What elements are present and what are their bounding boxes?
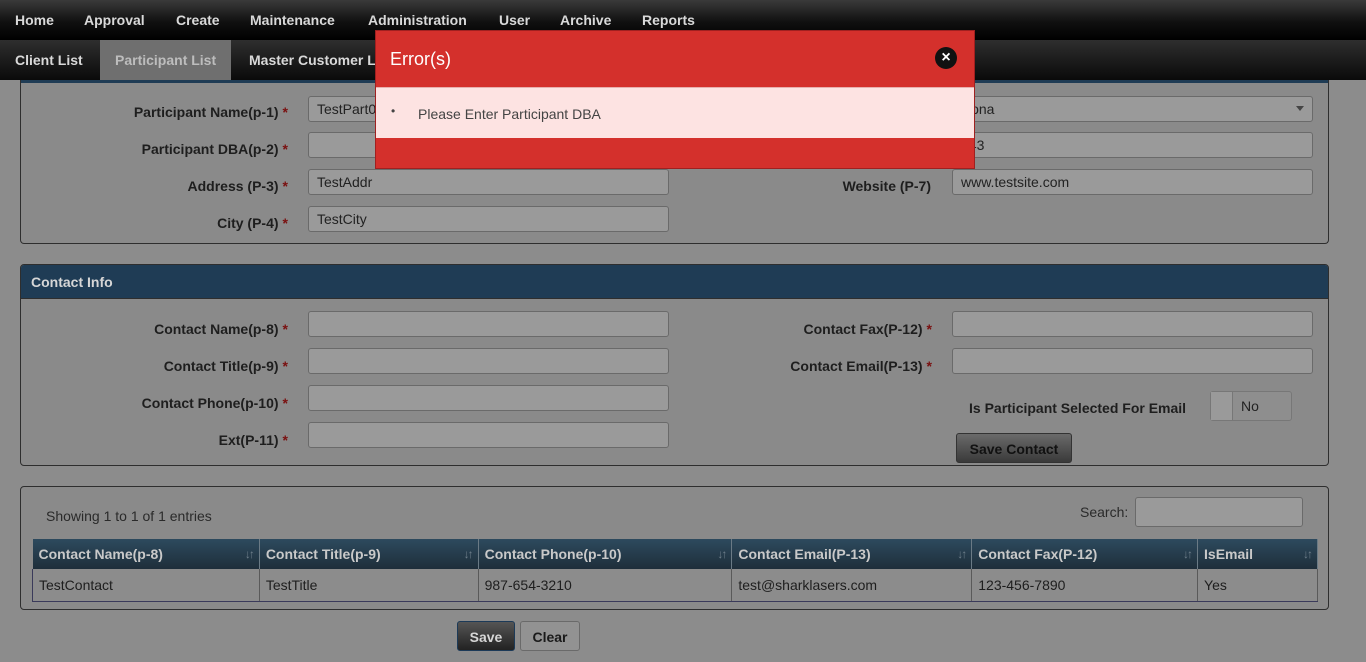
- cell-contact-phone: 987-654-3210: [478, 569, 733, 602]
- nav-archive[interactable]: Archive: [560, 12, 611, 28]
- col-contact-email[interactable]: Contact Email(P-13) ↓↑: [731, 539, 973, 569]
- tab-participant-list[interactable]: Participant List: [100, 40, 232, 80]
- contact-name-label: Contact Name(p-8) *: [154, 321, 288, 337]
- city-input[interactable]: TestCity: [308, 206, 669, 232]
- error-message: Please Enter Participant DBA: [418, 106, 601, 122]
- sort-icon: ↓↑: [463, 547, 474, 561]
- contact-phone-input[interactable]: [308, 385, 669, 411]
- website-input[interactable]: www.testsite.com: [952, 169, 1313, 195]
- contact-info-title: Contact Info: [21, 265, 1328, 299]
- modal-title: Error(s): [390, 49, 451, 69]
- state-select[interactable]: izona: [952, 96, 1313, 122]
- sort-icon: ↓↑: [1183, 547, 1193, 561]
- nav-create[interactable]: Create: [176, 12, 220, 28]
- toggle-knob: [1211, 392, 1233, 420]
- contact-fax-input[interactable]: [952, 311, 1313, 337]
- search-label: Search:: [1080, 504, 1129, 520]
- contact-info-panel: Contact Info Contact Name(p-8) * Contact …: [20, 264, 1329, 466]
- sort-icon: ↓↑: [957, 547, 967, 561]
- nav-home[interactable]: Home: [15, 12, 54, 28]
- search-input[interactable]: [1135, 497, 1303, 527]
- col-contact-name[interactable]: Contact Name(p-8) ↓↑: [32, 539, 260, 569]
- toggle-label: No: [1241, 398, 1259, 414]
- col-isemail[interactable]: IsEmail ↓↑: [1197, 539, 1318, 569]
- contact-email-input[interactable]: [952, 348, 1313, 374]
- address-input[interactable]: TestAddr: [308, 169, 669, 195]
- contacts-table: Contact Name(p-8) ↓↑ Contact Title(p-9) ↓↑…: [32, 539, 1318, 602]
- cell-contact-fax: 123-456-7890: [971, 569, 1199, 602]
- col-contact-fax[interactable]: Contact Fax(P-12) ↓↑: [971, 539, 1199, 569]
- save-contact-button[interactable]: Save Contact: [956, 433, 1072, 463]
- tab-client-list[interactable]: Client List: [0, 40, 98, 80]
- col-contact-title[interactable]: Contact Title(p-9) ↓↑: [259, 539, 479, 569]
- clear-button[interactable]: Clear: [520, 621, 580, 651]
- contact-fax-label: Contact Fax(P-12) *: [803, 321, 932, 337]
- close-icon[interactable]: ×: [935, 47, 957, 69]
- save-button[interactable]: Save: [457, 621, 515, 651]
- nav-administration[interactable]: Administration: [368, 12, 467, 28]
- cell-contact-email: test@sharklasers.com: [731, 569, 973, 602]
- contacts-table-panel: Showing 1 to 1 of 1 entries Search: Cont…: [20, 486, 1329, 610]
- bullet-icon: •: [391, 104, 396, 118]
- address-label: Address (P-3) *: [187, 178, 288, 194]
- cell-contact-name: TestContact: [32, 569, 260, 602]
- contact-phone-label: Contact Phone(p-10) *: [141, 395, 288, 411]
- col-contact-phone[interactable]: Contact Phone(p-10) ↓↑: [478, 539, 733, 569]
- participant-dba-label: Participant DBA(p-2) *: [141, 141, 288, 157]
- nav-maintenance[interactable]: Maintenance: [250, 12, 335, 28]
- nav-approval[interactable]: Approval: [84, 12, 145, 28]
- email-toggle[interactable]: No: [1210, 391, 1292, 421]
- modal-header: Error(s) ×: [376, 31, 974, 87]
- contact-title-label: Contact Title(p-9) *: [163, 358, 288, 374]
- tab-master-customer-list[interactable]: Master Customer L: [234, 40, 391, 80]
- contact-title-input[interactable]: [308, 348, 669, 374]
- modal-body: • Please Enter Participant DBA: [376, 87, 974, 138]
- nav-user[interactable]: User: [499, 12, 530, 28]
- table-row[interactable]: TestContact TestTitle 987-654-3210 test@…: [32, 569, 1318, 602]
- sort-icon: ↓↑: [244, 547, 255, 561]
- error-modal: Error(s) × • Please Enter Participant DB…: [375, 30, 975, 169]
- city-label: City (P-4) *: [217, 215, 288, 231]
- sort-icon: ↓↑: [1303, 547, 1313, 561]
- sort-icon: ↓↑: [717, 547, 727, 561]
- website-label: Website (P-7): [842, 178, 931, 194]
- zip-input[interactable]: 043: [952, 132, 1313, 158]
- cell-contact-title: TestTitle: [259, 569, 479, 602]
- chevron-down-icon: [1296, 106, 1304, 111]
- nav-reports[interactable]: Reports: [642, 12, 695, 28]
- contact-name-input[interactable]: [308, 311, 669, 337]
- contact-email-label: Contact Email(P-13) *: [790, 358, 932, 374]
- entries-info: Showing 1 to 1 of 1 entries: [46, 508, 212, 524]
- selected-for-email-label: Is Participant Selected For Email: [969, 400, 1187, 416]
- ext-input[interactable]: [308, 422, 669, 448]
- cell-isemail: Yes: [1197, 569, 1318, 602]
- ext-label: Ext(P-11) *: [218, 432, 288, 448]
- participant-name-label: Participant Name(p-1) *: [133, 104, 288, 120]
